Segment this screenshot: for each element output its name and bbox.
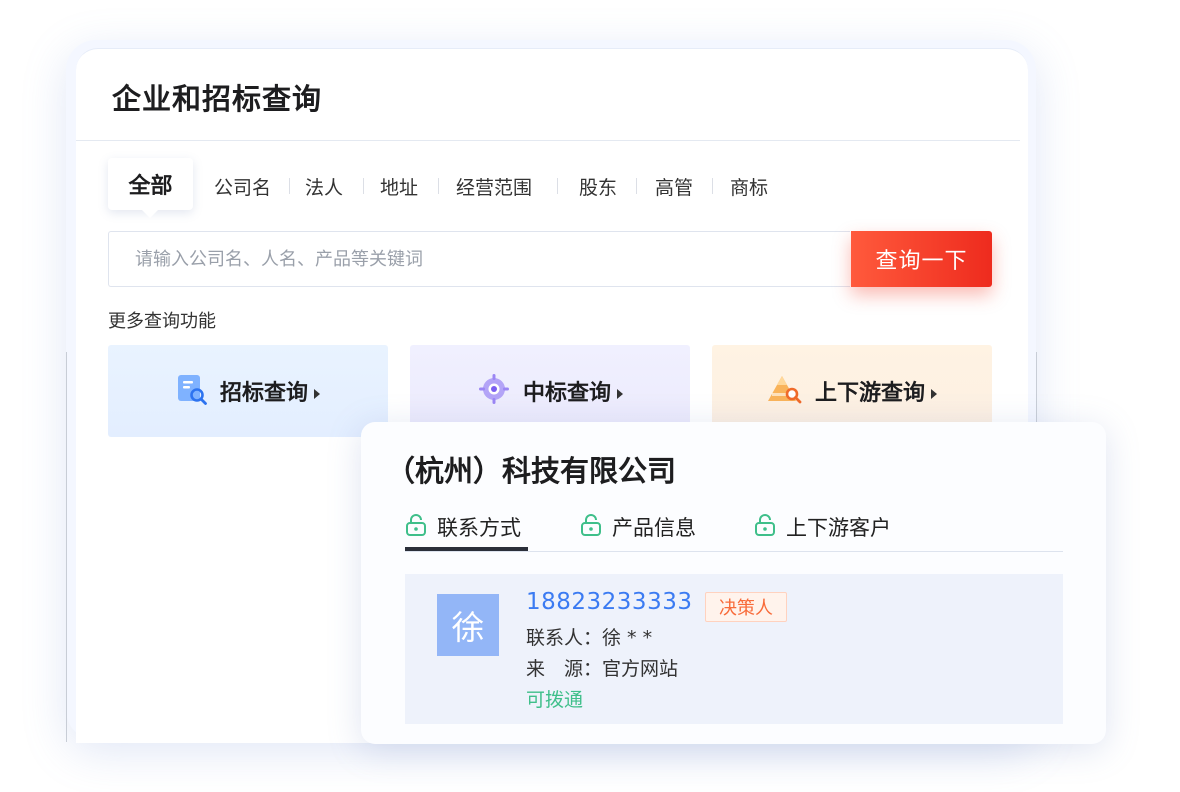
tab-separator [636, 178, 637, 194]
tab-executive[interactable]: 高管 [655, 173, 693, 200]
tab-supply-chain-customers-label: 上下游客户 [786, 516, 891, 540]
card-edge-left [66, 352, 67, 742]
tab-legal-person[interactable]: 法人 [305, 173, 343, 200]
search-input[interactable] [108, 231, 850, 287]
status-callable: 可拨通 [526, 689, 584, 711]
tab-shareholder[interactable]: 股东 [579, 173, 617, 200]
lock-open-icon [580, 513, 602, 542]
phone-number[interactable]: 18823233333 [526, 589, 692, 615]
contact-source: 来 源：官方网站 [526, 658, 679, 680]
role-badge: 决策人 [705, 592, 787, 622]
tab-separator [438, 178, 439, 194]
tab-separator [289, 178, 290, 194]
tab-supply-chain-customers[interactable]: 上下游客户 [754, 512, 891, 542]
tab-all[interactable]: 全部 [108, 158, 193, 218]
lock-open-icon [754, 513, 776, 542]
tab-product-info-label: 产品信息 [612, 516, 696, 540]
caret-right-icon [617, 389, 623, 399]
tab-address[interactable]: 地址 [380, 173, 418, 200]
tab-separator [557, 178, 558, 194]
document-search-icon [176, 373, 208, 409]
more-features-label: 更多查询功能 [108, 311, 216, 332]
tab-trademark[interactable]: 商标 [730, 173, 768, 200]
tab-company-name[interactable]: 公司名 [214, 173, 271, 200]
page-title: 企业和招标查询 [112, 82, 323, 116]
feature-label: 招标查询 [220, 375, 320, 407]
caret-right-icon [931, 389, 937, 399]
tab-contact[interactable]: 联系方式 [405, 512, 521, 542]
company-name: （杭州）科技有限公司 [386, 454, 677, 488]
card-edge-right [1036, 352, 1037, 422]
feature-label: 中标查询 [523, 375, 623, 407]
contact-person: 联系人：徐 * * [526, 627, 653, 649]
tab-divider [405, 551, 1063, 552]
pyramid-search-icon [767, 373, 803, 409]
feature-label: 上下游查询 [815, 375, 937, 407]
caret-right-icon [314, 389, 320, 399]
avatar: 徐 [437, 594, 499, 656]
tab-contact-label: 联系方式 [437, 516, 521, 540]
lock-open-icon [405, 513, 427, 542]
tab-separator [363, 178, 364, 194]
target-icon [477, 372, 511, 410]
feature-bid-search[interactable]: 招标查询 [108, 345, 388, 437]
tab-separator [712, 178, 713, 194]
search-button[interactable]: 查询一下 [851, 231, 992, 287]
tab-product-info[interactable]: 产品信息 [580, 512, 696, 542]
title-divider [76, 140, 1020, 141]
tab-business-scope[interactable]: 经营范围 [456, 173, 532, 200]
